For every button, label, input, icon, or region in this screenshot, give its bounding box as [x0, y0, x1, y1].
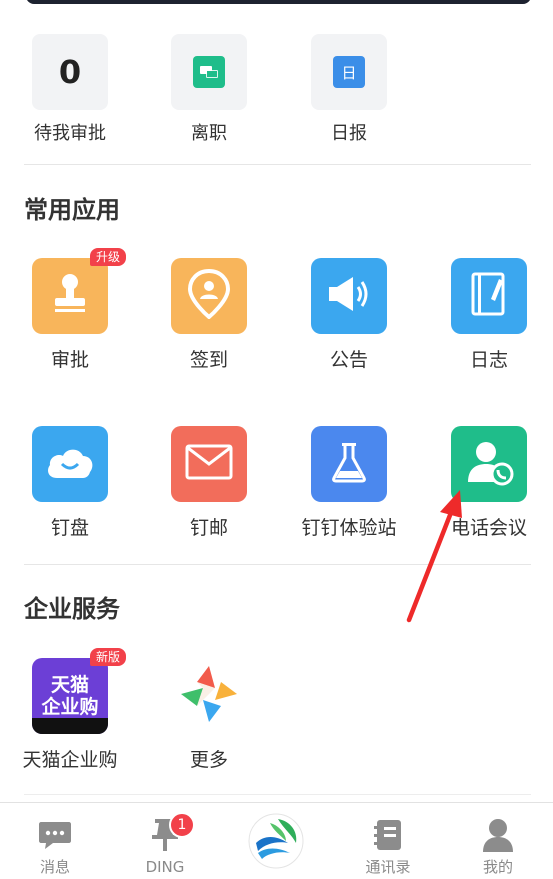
app-approval[interactable]: 升级 审批 — [0, 248, 140, 372]
app-drive-tile[interactable] — [32, 426, 108, 502]
megaphone-icon — [325, 272, 373, 320]
more-star-icon — [177, 662, 241, 730]
location-pin-icon — [187, 268, 231, 323]
app-announcement[interactable]: 公告 — [279, 258, 419, 372]
app-label: 公告 — [329, 349, 368, 371]
tab-label: 通讯录 — [365, 858, 411, 876]
section-divider — [24, 794, 531, 795]
stamp-icon — [47, 271, 93, 321]
app-tmall-tile[interactable]: 天猫 企业购 新版 — [32, 648, 126, 734]
daily-report-glyph: 日 — [341, 63, 357, 82]
chat-bubble-icon — [35, 815, 75, 855]
app-more-tile[interactable] — [171, 658, 247, 734]
app-label: 钉邮 — [189, 517, 228, 539]
quick-item-label: 日报 — [331, 123, 367, 144]
app-mail[interactable]: 钉邮 — [139, 426, 279, 540]
app-drive[interactable]: 钉盘 — [0, 426, 140, 540]
quick-item-label: 离职 — [191, 123, 227, 144]
pin-icon: 1 — [145, 812, 195, 855]
app-label: 电话会议 — [450, 517, 527, 539]
app-approval-tile[interactable]: 升级 — [32, 248, 126, 334]
app-label: 审批 — [50, 349, 89, 371]
resign-chat-icon — [193, 56, 225, 88]
notebook-icon — [469, 271, 509, 321]
app-conference-call-tile[interactable] — [451, 426, 527, 502]
app-checkin-tile[interactable] — [171, 258, 247, 334]
cloud-icon — [43, 442, 97, 486]
tab-messages[interactable]: 消息 — [0, 803, 110, 879]
tmall-cat-face — [32, 718, 108, 734]
tab-label: 我的 — [482, 858, 513, 876]
app-journal-tile[interactable] — [451, 258, 527, 334]
tab-me[interactable]: 我的 — [443, 803, 553, 879]
app-mail-tile[interactable] — [171, 426, 247, 502]
app-announcement-tile[interactable] — [311, 258, 387, 334]
tmall-tile-line1: 天猫 — [50, 674, 89, 696]
pending-count-tile[interactable]: 0 — [32, 34, 108, 110]
common-apps-title: 常用应用 — [24, 196, 120, 224]
bottom-tab-bar: 消息 1 DING 通讯录 我的 — [0, 802, 553, 879]
quick-item-resign[interactable]: 离职 — [139, 34, 279, 145]
app-journal[interactable]: 日志 — [419, 258, 553, 372]
app-label: 钉盘 — [50, 517, 89, 539]
tab-contacts[interactable]: 通讯录 — [333, 803, 443, 879]
ding-count-badge: 1 — [169, 812, 195, 838]
pending-count: 0 — [58, 53, 82, 91]
new-version-badge: 新版 — [89, 648, 126, 666]
tmall-tile-line2: 企业购 — [41, 696, 99, 718]
daily-report-tile[interactable]: 日 — [311, 34, 387, 110]
tab-ding[interactable]: 1 DING — [110, 803, 220, 879]
top-banner-card — [26, 0, 531, 4]
section-divider — [24, 564, 531, 565]
app-more[interactable]: 更多 — [139, 658, 279, 772]
tab-home-logo[interactable] — [221, 803, 331, 879]
mail-icon — [185, 444, 233, 484]
app-conference-call[interactable]: 电话会议 — [419, 426, 553, 540]
app-tmall-enterprise[interactable]: 天猫 企业购 新版 天猫企业购 — [0, 648, 140, 772]
app-lab-tile[interactable] — [311, 426, 387, 502]
flask-icon — [329, 440, 369, 488]
app-label: 更多 — [189, 749, 228, 771]
resign-tile[interactable] — [171, 34, 247, 110]
tmall-icon: 天猫 企业购 — [41, 674, 98, 718]
dingtalk-logo-icon — [248, 813, 304, 869]
app-label: 日志 — [469, 349, 508, 371]
app-lab[interactable]: 钉钉体验站 — [279, 426, 419, 540]
upgrade-badge: 升级 — [89, 248, 126, 266]
contacts-book-icon — [368, 815, 408, 855]
enterprise-services-title: 企业服务 — [24, 595, 120, 623]
app-label: 天猫企业购 — [22, 749, 118, 771]
phone-contact-icon — [464, 438, 514, 490]
tab-label: 消息 — [39, 858, 70, 876]
quick-item-label: 待我审批 — [34, 123, 106, 144]
app-label: 钉钉体验站 — [301, 517, 397, 539]
quick-item-pending-approval[interactable]: 0 待我审批 — [0, 34, 140, 145]
app-checkin[interactable]: 签到 — [139, 258, 279, 372]
app-label: 签到 — [189, 349, 228, 371]
quick-item-daily-report[interactable]: 日 日报 — [279, 34, 419, 145]
quick-actions-row: 0 待我审批 离职 日 日报 — [0, 34, 553, 149]
section-divider — [24, 164, 531, 165]
user-icon — [478, 815, 518, 855]
daily-report-icon: 日 — [333, 56, 365, 88]
tab-label: DING — [145, 858, 185, 876]
